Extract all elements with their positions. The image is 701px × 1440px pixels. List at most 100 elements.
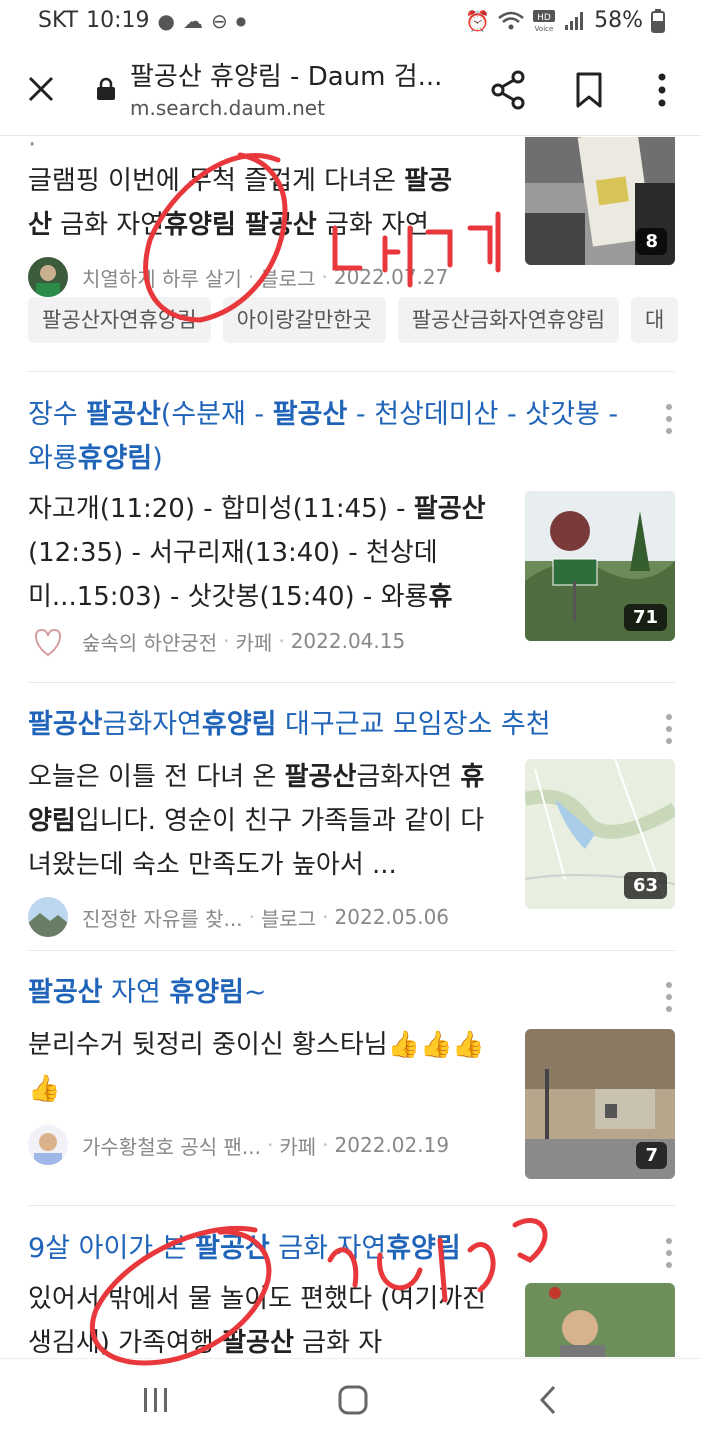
text-segment: 분리수거 뒷정리 중이신 황스타님👍👍👍👍 [28,1030,485,1104]
result-thumbnail[interactable]: 71 [525,491,675,641]
highlighted-keyword: 팔공산 [28,977,103,1008]
photo-count-badge: 71 [623,604,667,631]
status-bar: SKT 10:19 ● ☁ ⊖ ● ⏰ HD Voice 58% [0,0,701,44]
divider [28,1205,675,1206]
highlighted-keyword: 휴양림 [169,977,244,1008]
minus-circle-icon: ⊖ [210,8,228,33]
share-icon[interactable] [490,70,526,110]
author-avatar [28,897,68,937]
close-icon[interactable] [26,74,56,104]
source-type: 카페 [279,1134,317,1159]
result-title[interactable]: 장수 팔공산(수분재 - 팔공산 - 천상데미산 - 삿갓봉 - 와룡휴양림) [28,393,675,481]
hd-voice-icon: HD Voice [533,9,556,33]
divider [28,371,675,372]
battery-percent: 58% [594,8,643,33]
photo-image [525,1283,675,1357]
home-icon[interactable] [338,1385,368,1415]
snippet-line: 글램핑 이번에 무척 즐겁게 다녀온 팔공 [28,166,453,196]
highlighted-keyword: 팔공산 [222,1328,294,1357]
battery-icon [651,8,665,33]
source-type: 블로그 [260,906,317,931]
system-navigation-bar [0,1358,701,1440]
highlighted-keyword: 팔공산 [284,762,357,792]
post-date: 2022.04.15 [290,629,406,653]
result-thumbnail[interactable] [525,1283,675,1357]
text-segment: 9살 아이가 본 [28,1233,196,1264]
back-icon[interactable] [538,1385,558,1415]
url-text[interactable]: m.search.daum.net [130,96,325,120]
author-avatar [28,1125,68,1165]
text-segment: ~ [243,977,267,1008]
highlighted-keyword: 팔공산 [195,1233,270,1264]
author-name[interactable]: 진정한 자유를 찾... [82,903,243,932]
bookmark-icon[interactable] [574,72,604,108]
result-title[interactable]: 팔공산 자연 휴양림~ [28,971,675,1015]
result-snippet: 분리수거 뒷정리 중이신 황스타님👍👍👍👍 [28,1023,498,1111]
more-options-icon[interactable] [663,981,675,1013]
highlighted-keyword: 휴 [428,582,453,612]
text-segment: 금화 자 [293,1328,383,1357]
divider [28,682,675,683]
result-snippet: 오늘은 이틀 전 다녀 온 팔공산금화자연 휴양림입니다. 영순이 친구 가족들… [28,755,498,887]
result-thumbnail[interactable]: 63 [525,759,675,909]
alarm-icon: ⏰ [465,8,491,33]
tag-chip[interactable]: 팔공산금화자연휴양림 [397,297,620,343]
result-title[interactable]: 팔공산금화자연휴양림 대구근교 모임장소 추천 [28,703,675,747]
tag-chip[interactable]: 대 [631,297,679,343]
tag-chip[interactable]: 아이랑갈만한곳 [222,297,386,343]
dot-icon: ● [235,13,247,28]
more-options-icon[interactable] [663,403,675,435]
author-name[interactable]: 치열하게 하루 살기 [82,263,242,292]
result-item[interactable]: 장수 팔공산(수분재 - 팔공산 - 천상데미산 - 삿갓봉 - 와룡휴양림) … [28,393,675,661]
divider [28,950,675,951]
text-segment: 자연 [102,977,170,1008]
cloud-icon: ☁ [182,8,203,33]
highlighted-keyword: 팔공산 [28,709,103,740]
result-snippet: 있어서 밖에서 물 놀이도 편했다 (여기까진 생김새) 가족여행 팔공산 금화… [28,1277,498,1357]
signal-icon [565,11,584,30]
text-segment: 입니다. 영순이 친구 가족들과 같이 다녀왔는데 숙소 만족도가 높아서 ..… [28,806,485,880]
source-type: 블로그 [260,266,316,291]
text-segment: 금화 자연 [269,1233,387,1264]
highlighted-keyword: 휴양림 [77,443,153,474]
result-item[interactable]: · 글램핑 이번에 무척 즐겁게 다녀온 팔공 산 금화 자연휴양림 팔공산 금… [28,137,675,297]
result-item[interactable]: 팔공산 자연 휴양림~ 분리수거 뒷정리 중이신 황스타님👍👍👍👍 7 가수황철… [28,971,675,1179]
svg-text:Voice: Voice [535,25,554,33]
author-name[interactable]: 가수황철호 공식 팬... [82,1131,261,1160]
more-options-icon[interactable] [663,1237,675,1269]
author-avatar [28,621,68,661]
author-avatar [28,257,68,297]
result-item[interactable]: 팔공산금화자연휴양림 대구근교 모임장소 추천 오늘은 이틀 전 다녀 온 팔공… [28,703,675,937]
tag-chip[interactable]: 팔공산자연휴양림 [28,297,211,343]
browser-toolbar: 팔공산 휴양림 - Daum 검... m.search.daum.net [0,44,701,136]
lock-icon [97,77,115,100]
post-date: 2022.07.27 [333,265,449,289]
post-date: 2022.02.19 [334,1133,450,1157]
highlighted-keyword: 팔공산 [413,494,486,524]
text-segment: 금화자연 [356,762,461,792]
result-thumbnail[interactable]: 8 [525,137,675,265]
snippet-line: 산 금화 자연휴양림 팔공산 금화 자연... [28,210,454,240]
text-segment: 장수 [28,399,87,430]
text-segment: 오늘은 이틀 전 다녀 온 [28,762,285,792]
svg-text:HD: HD [537,13,551,23]
result-item[interactable]: 9살 아이가 본 팔공산 금화 자연휴양림 있어서 밖에서 물 놀이도 편했다 … [28,1227,675,1357]
clock: 10:19 [86,8,150,33]
text-segment: (수분재 - [160,399,273,430]
text-segment: ) [152,443,163,474]
result-title[interactable]: 9살 아이가 본 팔공산 금화 자연휴양림 [28,1227,675,1271]
photo-count-badge: 8 [636,228,667,255]
result-snippet: 자고개(11:20) - 합미성(11:45) - 팔공산 (12:35) - 서… [28,487,498,619]
more-options-icon[interactable] [663,713,675,745]
page-title[interactable]: 팔공산 휴양림 - Daum 검... [130,56,460,93]
more-vertical-icon[interactable] [652,72,672,108]
result-thumbnail[interactable]: 7 [525,1029,675,1179]
text-segment: 금화자연 [102,709,202,740]
author-name[interactable]: 숲속의 하얀궁전 [82,627,217,656]
highlighted-keyword: 휴양림 [201,709,277,740]
recent-apps-icon[interactable] [142,1387,170,1413]
chat-icon: ● [157,8,175,33]
highlighted-keyword: 휴양림 [386,1233,461,1264]
source-type: 카페 [235,630,273,655]
highlighted-keyword: 팔공산 [272,399,348,430]
